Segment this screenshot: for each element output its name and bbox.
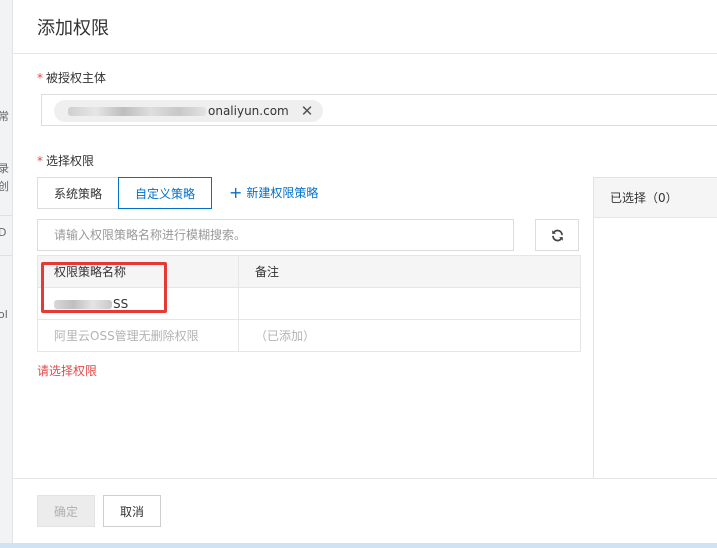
add-permission-dialog: 添加权限 * 被授权主体 onaliyun.com ✕ * 选择权限 系统策略 自定… xyxy=(12,0,717,548)
background-text: D xyxy=(0,226,7,239)
principal-label: * 被授权主体 xyxy=(37,69,106,86)
background-text: 常 xyxy=(0,110,9,123)
principal-tag: onaliyun.com ✕ xyxy=(54,100,324,122)
background-divider xyxy=(0,255,12,256)
confirm-button[interactable]: 确定 xyxy=(37,495,95,527)
principal-label-text: 被授权主体 xyxy=(46,71,107,85)
principal-selector[interactable]: onaliyun.com ✕ xyxy=(41,94,717,126)
policy-name-suffix: SS xyxy=(113,296,129,311)
redacted-account xyxy=(68,106,206,116)
selected-policies-panel: 已选择（0） xyxy=(593,177,717,478)
policy-search-input[interactable] xyxy=(37,219,514,251)
window-bottom-edge xyxy=(0,543,717,548)
plus-icon: + xyxy=(229,182,243,202)
dialog-title: 添加权限 xyxy=(37,18,109,39)
refresh-icon xyxy=(551,229,563,241)
footer-divider xyxy=(13,478,717,479)
column-header-note: 备注 xyxy=(238,255,581,288)
table-row[interactable]: SS xyxy=(37,287,581,320)
policy-note-cell: （已添加） xyxy=(238,319,581,352)
tab-custom-policy[interactable]: 自定义策略 xyxy=(118,177,213,209)
policy-name-cell: SS xyxy=(37,287,239,320)
redacted-policy-name xyxy=(54,299,112,309)
required-mark: * xyxy=(37,154,43,168)
permission-label: * 选择权限 xyxy=(37,152,94,169)
title-divider xyxy=(13,53,717,54)
table-row: 阿里云OSS管理无删除权限 （已添加） xyxy=(37,319,581,352)
column-header-policy-name: 权限策略名称 xyxy=(37,255,239,288)
background-text: ol xyxy=(0,308,8,321)
refresh-button[interactable] xyxy=(535,219,579,251)
principal-tag-text: onaliyun.com xyxy=(208,104,289,118)
policy-table: 权限策略名称 备注 SS 阿里云OSS管理无删除权限 （已添加） xyxy=(37,255,581,352)
close-icon[interactable]: ✕ xyxy=(301,102,314,120)
policy-type-tabs: 系统策略 自定义策略 xyxy=(37,177,213,209)
background-text: 创 xyxy=(0,180,9,193)
background-divider xyxy=(0,215,12,216)
validation-error: 请选择权限 xyxy=(37,364,98,378)
background-page: 常 录 创 D ol xyxy=(0,0,12,548)
permission-label-text: 选择权限 xyxy=(46,154,95,168)
cancel-button[interactable]: 取消 xyxy=(103,495,161,527)
selected-count-header: 已选择（0） xyxy=(594,178,717,218)
policy-name-cell: 阿里云OSS管理无删除权限 xyxy=(37,319,239,352)
table-header-row: 权限策略名称 备注 xyxy=(37,255,581,288)
policy-note-cell xyxy=(238,287,581,320)
new-policy-link[interactable]: + 新建权限策略 xyxy=(229,184,318,201)
background-text: 录 xyxy=(0,162,9,175)
required-mark: * xyxy=(37,71,43,85)
tab-system-policy[interactable]: 系统策略 xyxy=(37,177,120,209)
new-policy-label: 新建权限策略 xyxy=(246,186,319,200)
